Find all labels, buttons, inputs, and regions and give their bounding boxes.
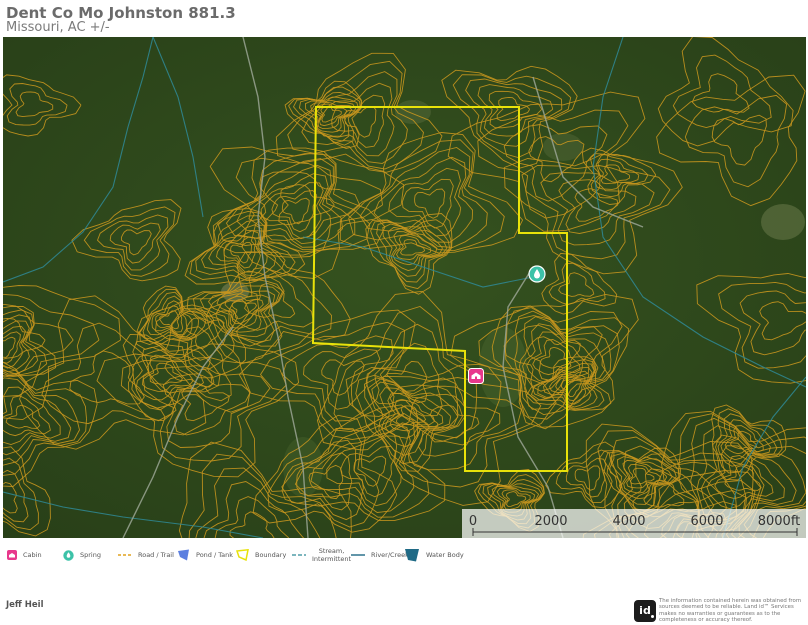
spring-icon: [63, 549, 74, 561]
disclaimer-text: The information contained herein was obt…: [659, 598, 802, 624]
legend-item-boundary: Boundary: [236, 543, 286, 567]
legend-item-spring: Spring: [63, 543, 101, 567]
legend-item-road: Road / Trail: [118, 543, 174, 567]
legend-label-boundary: Boundary: [255, 551, 287, 559]
stream-icon: [292, 554, 306, 556]
scale-label-0: 0: [468, 514, 478, 529]
boundary-icon: [236, 549, 249, 561]
legend-label-waterbody: Water Body: [426, 551, 464, 559]
map-subtitle: Missouri, AC +/-: [6, 20, 110, 35]
map-canvas[interactable]: 0 2000 4000 6000 8000ft: [3, 37, 806, 538]
scale-bar: 0 2000 4000 6000 8000ft: [462, 509, 806, 538]
legend-item-pond: Pond / Tank: [177, 543, 233, 567]
land-id-logo: id: [634, 600, 656, 622]
legend-item-cabin: Cabin: [7, 543, 42, 567]
terrain-layer: [3, 37, 806, 538]
legend-item-river: River/Creek: [351, 543, 409, 567]
legend-label-cabin: Cabin: [23, 551, 42, 559]
dashed-line-icon: [118, 554, 132, 556]
legend-label-road: Road / Trail: [138, 551, 174, 559]
scale-label-2000: 2000: [534, 514, 568, 529]
waterbody-icon: [405, 549, 419, 562]
legend-label-pond: Pond / Tank: [196, 551, 233, 559]
scale-label-8000: 8000ft: [757, 514, 801, 529]
cabin-icon: [7, 550, 17, 560]
river-icon: [351, 554, 365, 556]
spring-icon[interactable]: [528, 265, 546, 283]
legend-item-waterbody: Water Body: [404, 543, 464, 567]
scale-label-6000: 6000: [690, 514, 724, 529]
cabin-icon[interactable]: [468, 368, 484, 384]
scale-label-4000: 4000: [612, 514, 646, 529]
map-legend: Cabin Spring Road / Trail Pond / Tank Bo…: [0, 543, 808, 567]
legend-item-stream: Stream, Intermittent: [292, 543, 351, 567]
pond-icon: [178, 549, 189, 561]
legend-label-stream: Stream, Intermittent: [312, 547, 352, 563]
legend-label-spring: Spring: [80, 551, 101, 559]
agent-name: Jeff Heil: [6, 600, 44, 610]
logo-text: id: [639, 604, 651, 617]
